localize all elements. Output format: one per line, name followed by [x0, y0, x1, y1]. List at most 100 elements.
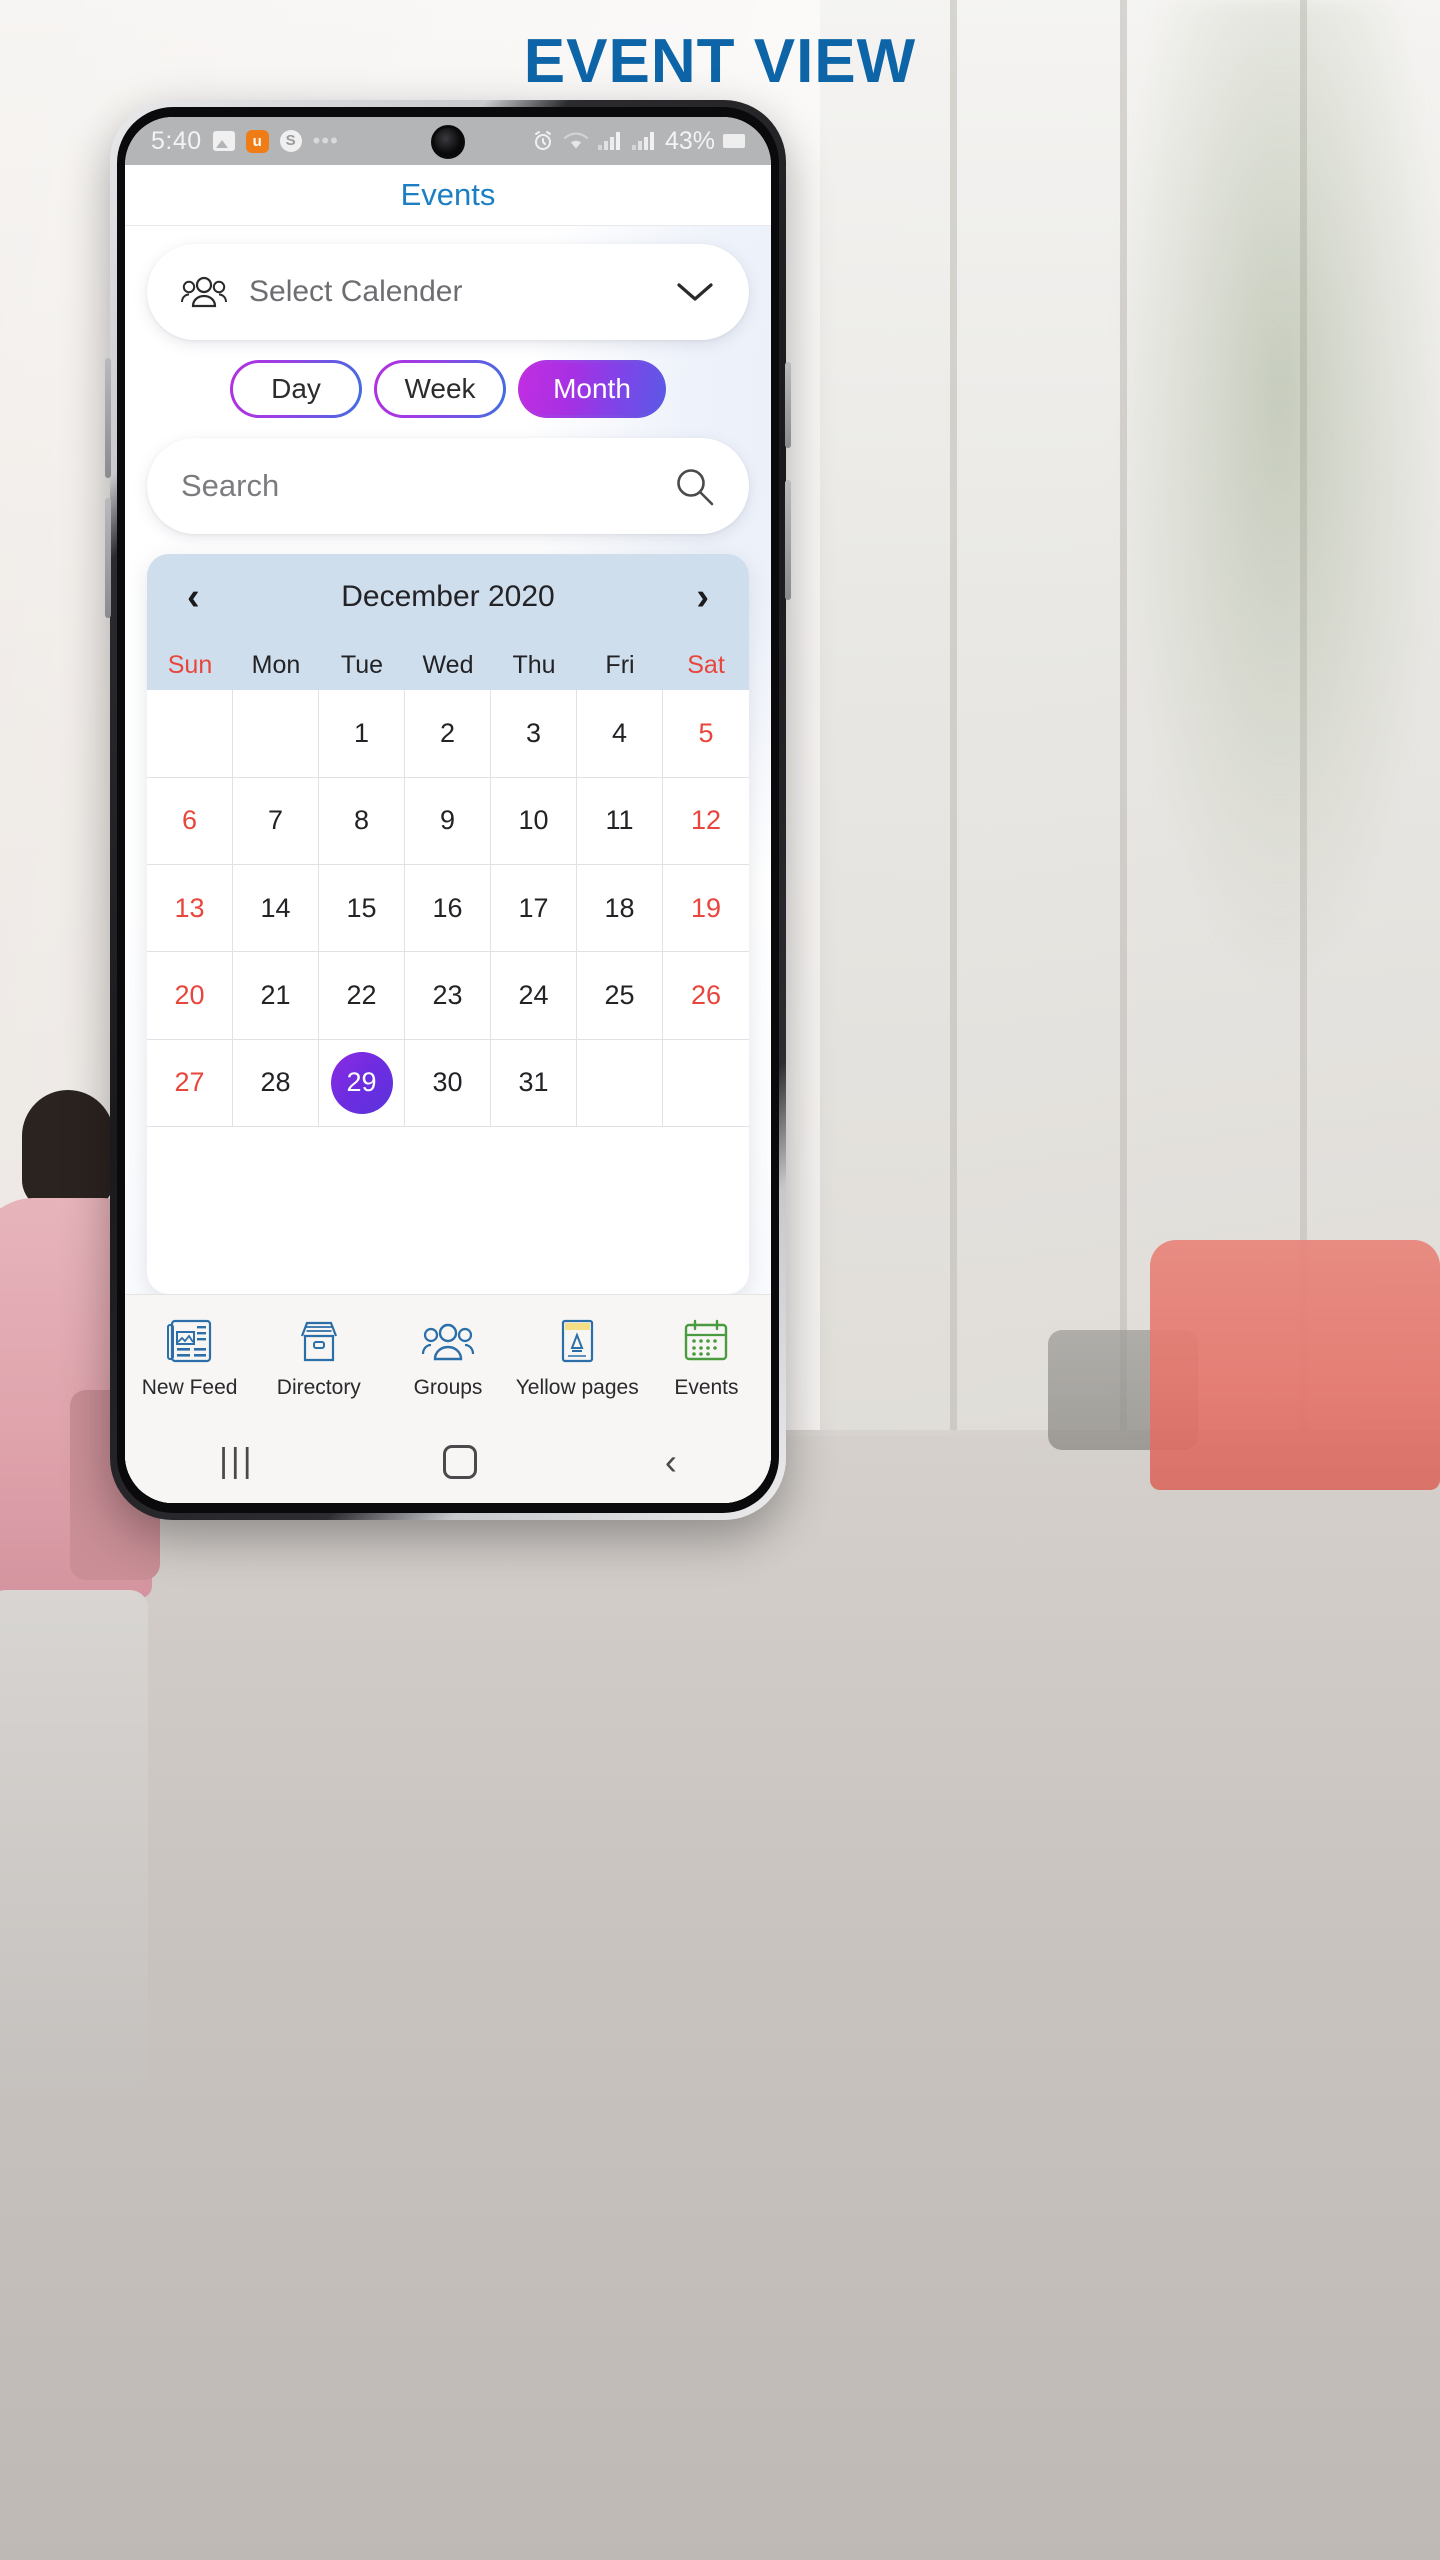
volume-button[interactable] — [785, 480, 791, 600]
nav-item-directory[interactable]: Directory — [254, 1316, 383, 1400]
weekday-thu: Thu — [512, 650, 556, 679]
background-sofa — [1150, 1240, 1440, 1490]
calendar-day-20[interactable]: 20 — [147, 952, 233, 1040]
left-button-top[interactable] — [105, 358, 111, 478]
power-button[interactable] — [785, 362, 791, 448]
android-navigation-bar: ||| ‹ — [125, 1420, 771, 1503]
nav-label-groups: Groups — [413, 1375, 483, 1399]
bottom-navigation: New Feed Directory Groups Yellow pages E… — [125, 1294, 771, 1421]
calendar-day-selected[interactable]: 29 — [330, 1051, 393, 1114]
phone-screen: 5:40 u S ••• 43% Events Select Calender … — [125, 117, 771, 1503]
wifi-icon — [563, 132, 589, 149]
weekday-tue: Tue — [340, 650, 384, 679]
calendar-header: ‹ December 2020 › — [147, 554, 749, 641]
nav-item-groups[interactable]: Groups — [383, 1316, 512, 1400]
nav-item-events[interactable]: Events — [642, 1316, 771, 1400]
select-calendar-label: Select Calender — [249, 275, 463, 309]
search-icon[interactable] — [673, 465, 715, 507]
group-people-icon — [421, 1323, 475, 1360]
calendar-day-13[interactable]: 13 — [147, 864, 233, 953]
calendar-day-12[interactable]: 12 — [663, 778, 749, 865]
calendar-day-14[interactable]: 14 — [233, 864, 319, 953]
calendar-day-21[interactable]: 21 — [233, 952, 319, 1040]
calendar-day-26[interactable]: 26 — [663, 952, 749, 1040]
calendar-day-2[interactable]: 2 — [405, 690, 491, 778]
chevron-down-icon[interactable] — [675, 280, 715, 304]
back-button[interactable]: ‹ — [665, 1441, 677, 1483]
weekday-sun: Sun — [167, 650, 213, 679]
calendar-day-8[interactable]: 8 — [319, 777, 405, 865]
phone-bezel: 5:40 u S ••• 43% Events Select Calender … — [117, 107, 779, 1513]
calendar-day-10[interactable]: 10 — [491, 777, 577, 865]
calendar-day-19[interactable]: 19 — [663, 865, 749, 953]
signal-icon — [631, 132, 654, 150]
calendar-day-24[interactable]: 24 — [491, 952, 577, 1040]
window-mullion — [950, 0, 957, 1430]
weekday-wed: Wed — [422, 650, 474, 679]
app-header: Events — [125, 165, 771, 227]
calendar-icon — [685, 1319, 728, 1360]
calendar-day-7[interactable]: 7 — [233, 777, 319, 865]
calendar-day-empty — [147, 690, 233, 778]
calendar-day-4[interactable]: 4 — [577, 690, 663, 778]
calendar-day-1[interactable]: 1 — [319, 690, 405, 778]
weekday-mon: Mon — [251, 650, 301, 679]
status-time: 5:40 — [151, 126, 202, 155]
nav-label-yellow-pages: Yellow pages — [515, 1375, 639, 1399]
status-bar: 5:40 u S ••• 43% — [125, 117, 771, 165]
calendar-day-22[interactable]: 22 — [319, 952, 405, 1040]
calendar-day-15[interactable]: 15 — [319, 864, 405, 953]
tab-day[interactable]: Day — [230, 360, 362, 418]
tab-month[interactable]: Month — [518, 360, 666, 418]
calendar-day-17[interactable]: 17 — [491, 864, 577, 953]
nav-item-new-feed[interactable]: New Feed — [125, 1316, 254, 1400]
newspaper-icon — [166, 1319, 211, 1362]
phone-mockup: 5:40 u S ••• 43% Events Select Calender … — [105, 100, 791, 1520]
next-month-button[interactable]: › — [686, 578, 719, 616]
battery-percent: 43% — [664, 126, 715, 155]
calendar-day-empty — [577, 1039, 663, 1128]
calendar-day-18[interactable]: 18 — [577, 864, 663, 953]
calendar-day-25[interactable]: 25 — [577, 952, 663, 1040]
calendar-day-23[interactable]: 23 — [405, 952, 491, 1040]
yellow-pages-book-icon — [562, 1319, 594, 1362]
recents-button[interactable]: ||| — [219, 1442, 255, 1481]
background-greenery — [1120, 0, 1440, 980]
calendar-day-28[interactable]: 28 — [233, 1039, 319, 1128]
calendar-day-9[interactable]: 9 — [405, 777, 491, 865]
front-camera — [431, 125, 465, 159]
view-toggle-group: Day Week Month — [147, 360, 749, 418]
tab-week[interactable]: Week — [374, 360, 506, 418]
search-bar[interactable] — [147, 438, 749, 535]
nav-item-yellow-pages[interactable]: Yellow pages — [513, 1316, 642, 1400]
battery-icon — [723, 134, 745, 148]
search-input[interactable] — [181, 468, 673, 505]
calendar-day-11[interactable]: 11 — [577, 777, 663, 865]
s-app-icon: S — [279, 130, 302, 152]
background-floor — [0, 1436, 1440, 2560]
calendar-day-27[interactable]: 27 — [147, 1039, 233, 1128]
calendar-day-5[interactable]: 5 — [663, 690, 749, 778]
calendar-day-empty — [233, 690, 319, 778]
app-container: Events Select Calender Day Week Month Se… — [125, 165, 771, 1503]
image-icon — [212, 131, 235, 151]
calendar-day-6[interactable]: 6 — [147, 777, 233, 865]
weekday-sat: Sat — [687, 650, 725, 679]
u-app-icon: u — [245, 129, 269, 153]
nav-label-new-feed: New Feed — [141, 1375, 238, 1399]
home-square-icon[interactable] — [442, 1444, 477, 1479]
file-box-icon — [300, 1321, 337, 1361]
select-calendar-dropdown[interactable]: Select Calender — [147, 244, 749, 341]
calendar-day-30[interactable]: 30 — [405, 1039, 491, 1128]
calendar-day-29[interactable]: 29 — [319, 1039, 405, 1128]
calendar-card: ‹ December 2020 › Sun Mon Tue Wed Thu Fr… — [147, 554, 749, 1295]
alarm-icon — [534, 131, 551, 150]
group-people-icon — [181, 277, 227, 308]
calendar-day-31[interactable]: 31 — [491, 1039, 577, 1128]
page-heading: Events — [400, 177, 496, 213]
calendar-day-16[interactable]: 16 — [405, 864, 491, 953]
calendar-weekday-row: Sun Mon Tue Wed Thu Fri Sat — [147, 640, 749, 691]
left-button-bottom[interactable] — [105, 498, 111, 618]
calendar-day-3[interactable]: 3 — [491, 690, 577, 778]
prev-month-button[interactable]: ‹ — [177, 578, 210, 616]
